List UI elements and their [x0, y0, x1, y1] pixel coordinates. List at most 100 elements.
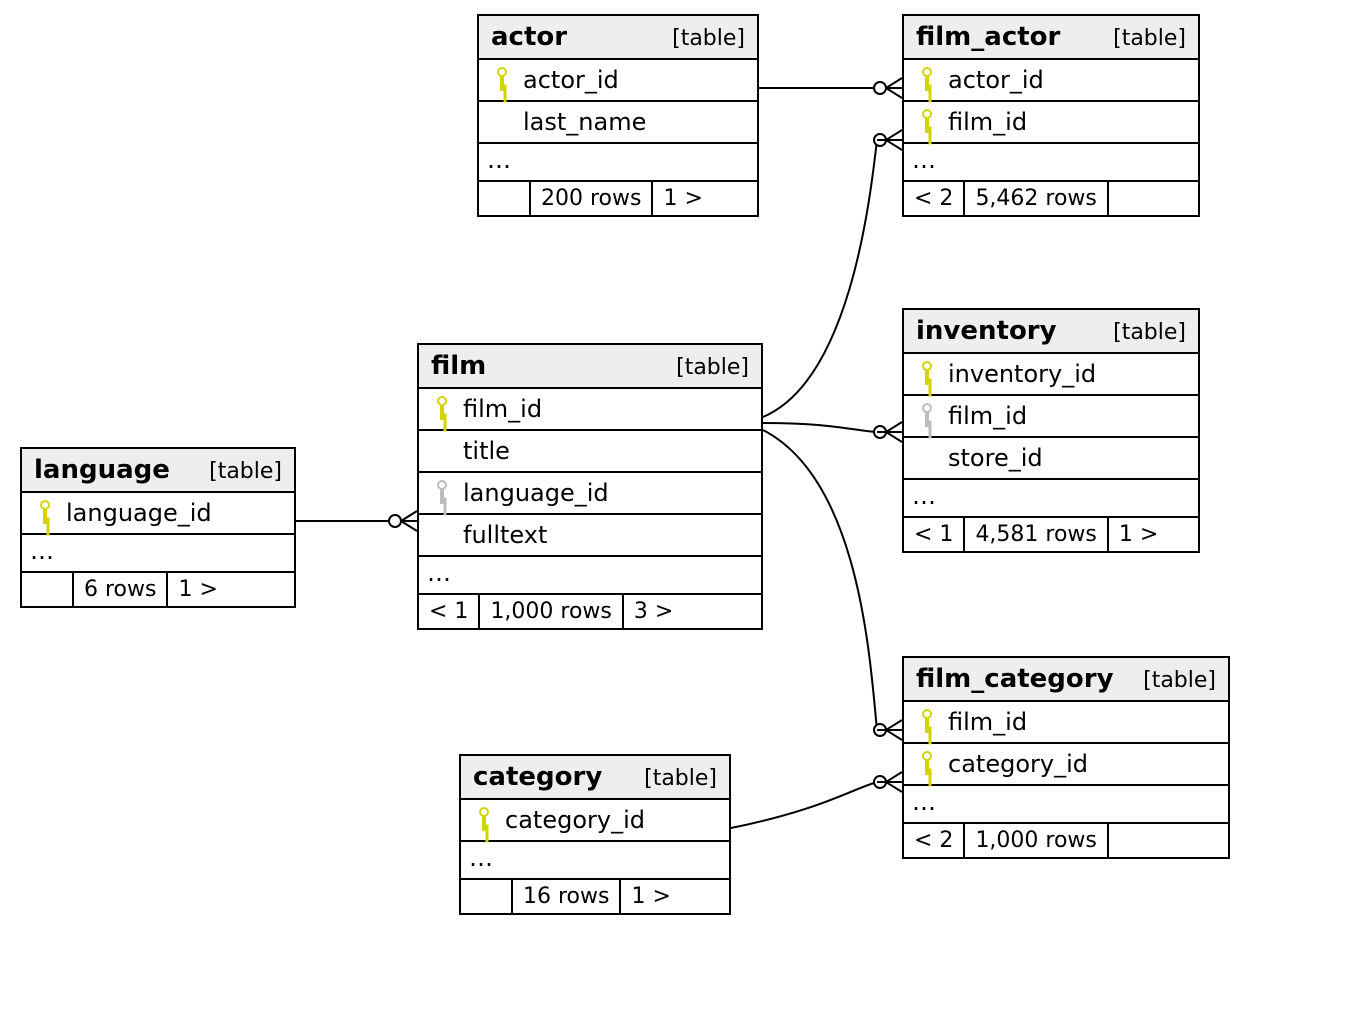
column-name: store_id: [944, 444, 1043, 472]
column-row: fulltext: [419, 515, 761, 557]
footer-out: [1109, 824, 1228, 857]
table-actor: actor [table] actor_id last_name … 200 r…: [477, 14, 759, 217]
table-film: film [table] film_id title language_id f…: [417, 343, 763, 630]
footer-rows: 16 rows: [513, 880, 621, 913]
column-row: language_id: [419, 473, 761, 515]
footer-in: [461, 880, 513, 913]
table-header: film_actor [table]: [904, 16, 1198, 60]
column-row: actor_id: [904, 60, 1198, 102]
column-name: title: [459, 437, 510, 465]
column-name: language_id: [459, 479, 609, 507]
column-name: actor_id: [944, 66, 1044, 94]
column-row: category_id: [461, 800, 729, 842]
table-name: category: [473, 762, 602, 792]
footer-out: [1109, 182, 1198, 215]
table-header: film [table]: [419, 345, 761, 389]
ellipsis: …: [461, 842, 729, 880]
table-header: actor [table]: [479, 16, 757, 60]
footer-rows: 1,000 rows: [965, 824, 1108, 857]
rel-category-filmcategory: [731, 772, 902, 828]
table-type: [table]: [1113, 26, 1186, 51]
column-name: category_id: [944, 750, 1088, 778]
column-name: last_name: [519, 108, 646, 136]
column-name: actor_id: [519, 66, 619, 94]
table-type: [table]: [209, 459, 282, 484]
footer-in: [22, 573, 74, 606]
table-type: [table]: [644, 766, 717, 791]
table-name: film: [431, 351, 486, 381]
table-footer: 16 rows 1 >: [461, 880, 729, 913]
rel-film-inventory: [763, 422, 902, 442]
table-name: film_actor: [916, 22, 1060, 52]
table-name: inventory: [916, 316, 1057, 346]
footer-rows: 1,000 rows: [480, 595, 623, 628]
footer-out: 1 >: [621, 880, 729, 913]
column-name: film_id: [944, 708, 1027, 736]
table-footer: 6 rows 1 >: [22, 573, 294, 606]
table-type: [table]: [1113, 320, 1186, 345]
table-footer: 200 rows 1 >: [479, 182, 757, 215]
column-row: store_id: [904, 438, 1198, 480]
table-inventory: inventory [table] inventory_id film_id s…: [902, 308, 1200, 553]
rel-actor-filmactor: [759, 78, 902, 98]
footer-in: < 2: [904, 824, 965, 857]
footer-out: 1 >: [1109, 518, 1198, 551]
table-film-category: film_category [table] film_id category_i…: [902, 656, 1230, 859]
column-name: inventory_id: [944, 360, 1096, 388]
column-name: film_id: [944, 402, 1027, 430]
footer-out: 1 >: [168, 573, 294, 606]
table-type: [table]: [676, 355, 749, 380]
key-icon: [920, 109, 934, 135]
column-row: language_id: [22, 493, 294, 535]
table-name: film_category: [916, 664, 1114, 694]
column-name: fulltext: [459, 521, 547, 549]
key-icon: [920, 67, 934, 93]
footer-in: [479, 182, 531, 215]
table-name: language: [34, 455, 170, 485]
column-row: last_name: [479, 102, 757, 144]
column-row: film_id: [904, 702, 1228, 744]
footer-out: 1 >: [653, 182, 757, 215]
ellipsis: …: [22, 535, 294, 573]
rel-language-film: [296, 511, 417, 531]
column-row: actor_id: [479, 60, 757, 102]
ellipsis: …: [479, 144, 757, 182]
footer-rows: 6 rows: [74, 573, 168, 606]
table-language: language [table] language_id … 6 rows 1 …: [20, 447, 296, 608]
table-footer: < 2 1,000 rows: [904, 824, 1228, 857]
key-icon: [477, 807, 491, 833]
footer-rows: 200 rows: [531, 182, 653, 215]
rel-film-filmactor: [763, 130, 902, 417]
footer-out: 3 >: [624, 595, 761, 628]
key-icon: [495, 67, 509, 93]
table-header: inventory [table]: [904, 310, 1198, 354]
footer-rows: 5,462 rows: [965, 182, 1108, 215]
column-row: film_id: [419, 389, 761, 431]
table-name: actor: [491, 22, 567, 52]
column-name: film_id: [459, 395, 542, 423]
table-footer: < 2 5,462 rows: [904, 182, 1198, 215]
rel-film-filmcategory: [763, 430, 902, 740]
key-icon: [38, 500, 52, 526]
column-row: film_id: [904, 396, 1198, 438]
column-row: title: [419, 431, 761, 473]
ellipsis: …: [904, 144, 1198, 182]
table-header: category [table]: [461, 756, 729, 800]
table-footer: < 1 4,581 rows 1 >: [904, 518, 1198, 551]
footer-in: < 1: [419, 595, 480, 628]
key-icon: [920, 361, 934, 387]
column-row: film_id: [904, 102, 1198, 144]
column-row: inventory_id: [904, 354, 1198, 396]
column-row: category_id: [904, 744, 1228, 786]
key-icon: [920, 751, 934, 777]
table-header: language [table]: [22, 449, 294, 493]
table-film-actor: film_actor [table] actor_id film_id … < …: [902, 14, 1200, 217]
ellipsis: …: [904, 786, 1228, 824]
key-icon: [435, 396, 449, 422]
ellipsis: …: [904, 480, 1198, 518]
table-type: [table]: [1143, 668, 1216, 693]
key-icon: [435, 480, 449, 506]
column-name: film_id: [944, 108, 1027, 136]
key-icon: [920, 403, 934, 429]
footer-in: < 2: [904, 182, 965, 215]
